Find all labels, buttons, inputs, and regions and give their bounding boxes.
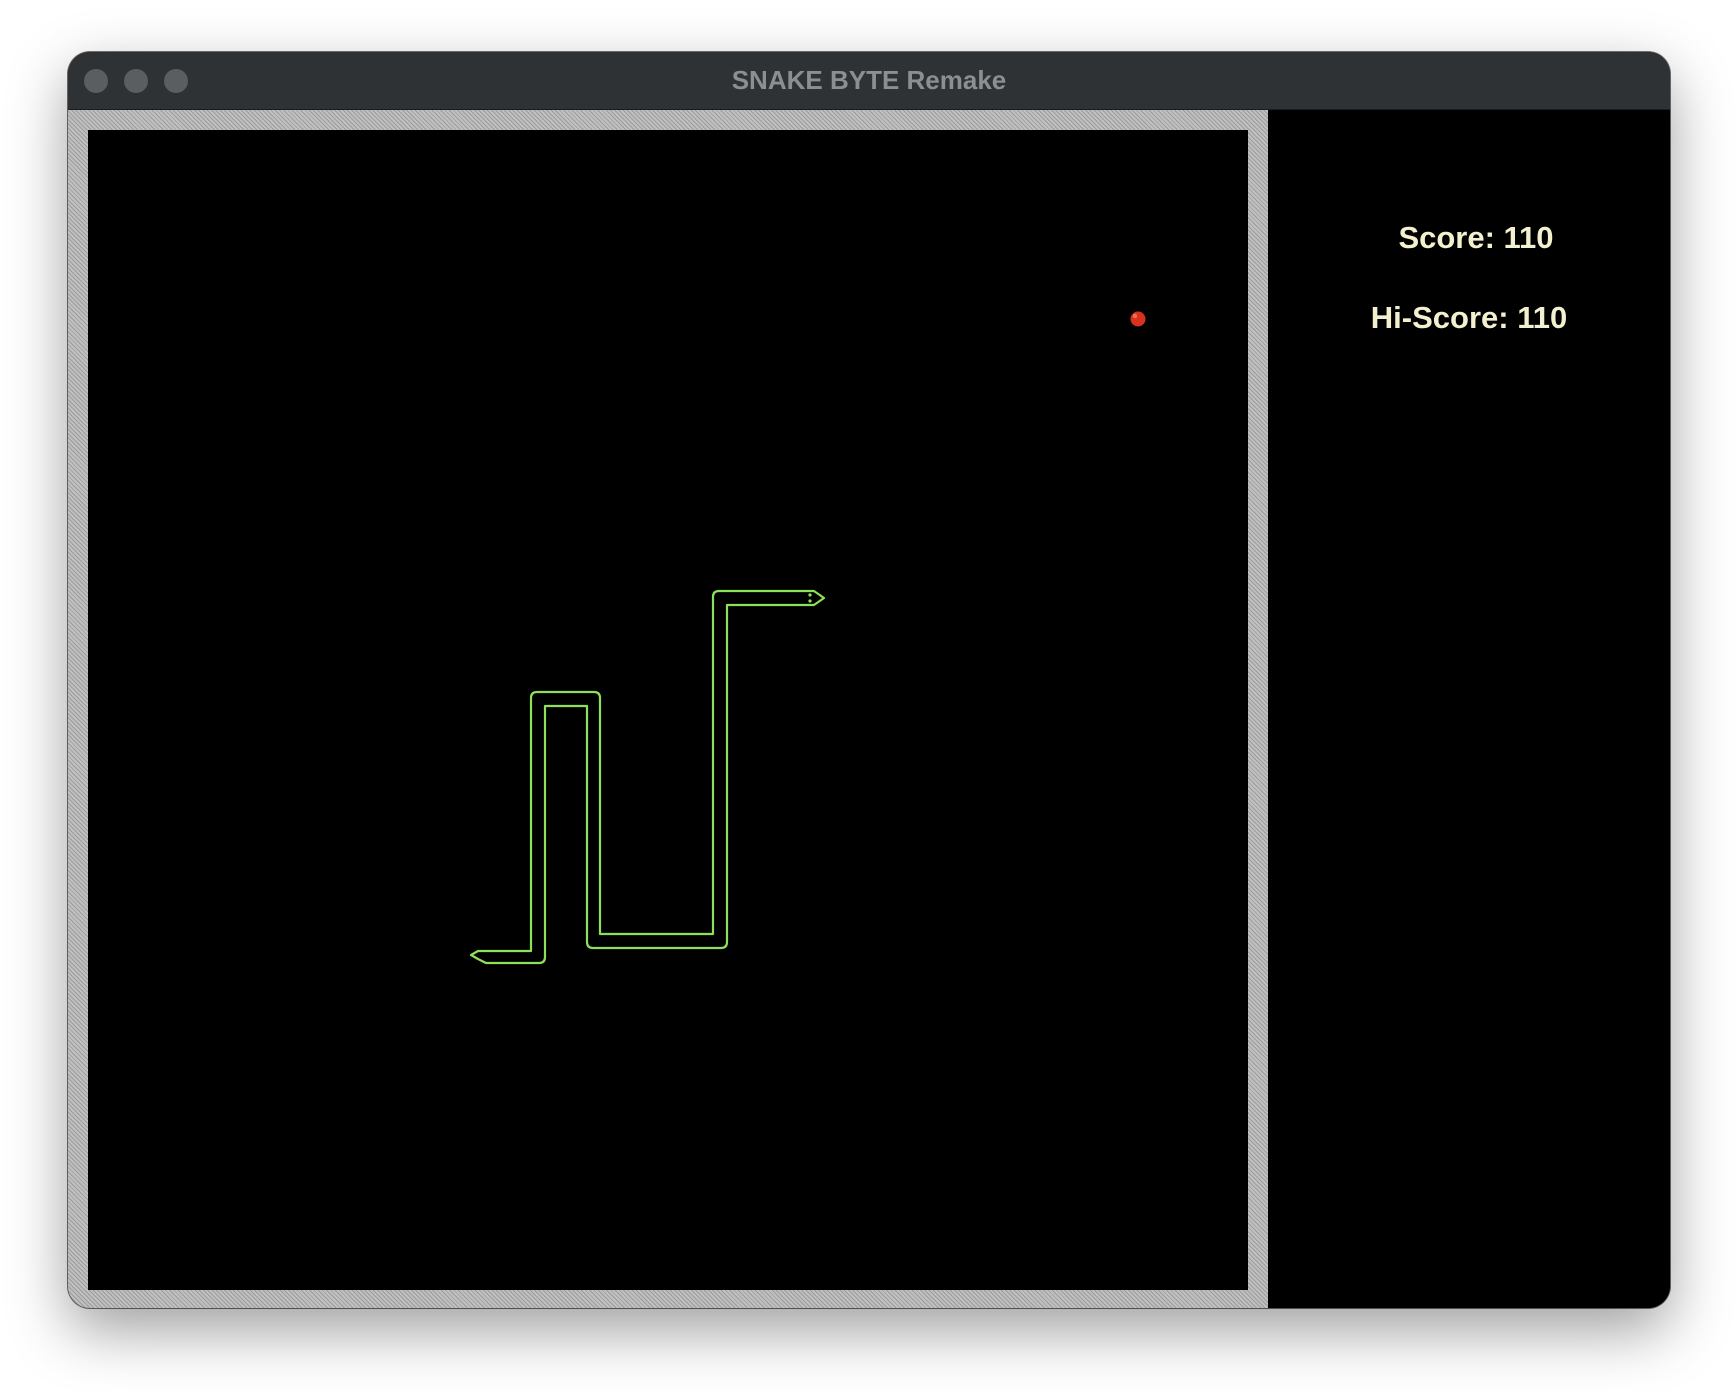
snake-body xyxy=(469,589,826,965)
playfield-canvas xyxy=(469,311,1146,965)
snake-head-eye xyxy=(808,593,812,597)
food-apple xyxy=(1130,311,1146,327)
score-label: Score: 110 xyxy=(1398,220,1554,255)
window-title: SNAKE BYTE Remake xyxy=(731,65,1007,95)
title-bar[interactable]: SNAKE BYTE Remake xyxy=(68,52,1670,110)
snake-head-eye xyxy=(808,599,812,603)
hi-score-label: Hi-Score: 110 xyxy=(1370,300,1568,335)
score-panel: Score: 110 Hi-Score: 110 xyxy=(1268,110,1670,1308)
game-content: Score: 110 Hi-Score: 110 xyxy=(68,110,1670,1308)
game-window: SNAKE BYTE Remake Score: 110 Hi-Score: 1… xyxy=(68,52,1670,1308)
playfield[interactable] xyxy=(88,130,1248,1290)
food-apple-highlight xyxy=(1132,313,1138,319)
playfield-border xyxy=(68,110,1268,1308)
